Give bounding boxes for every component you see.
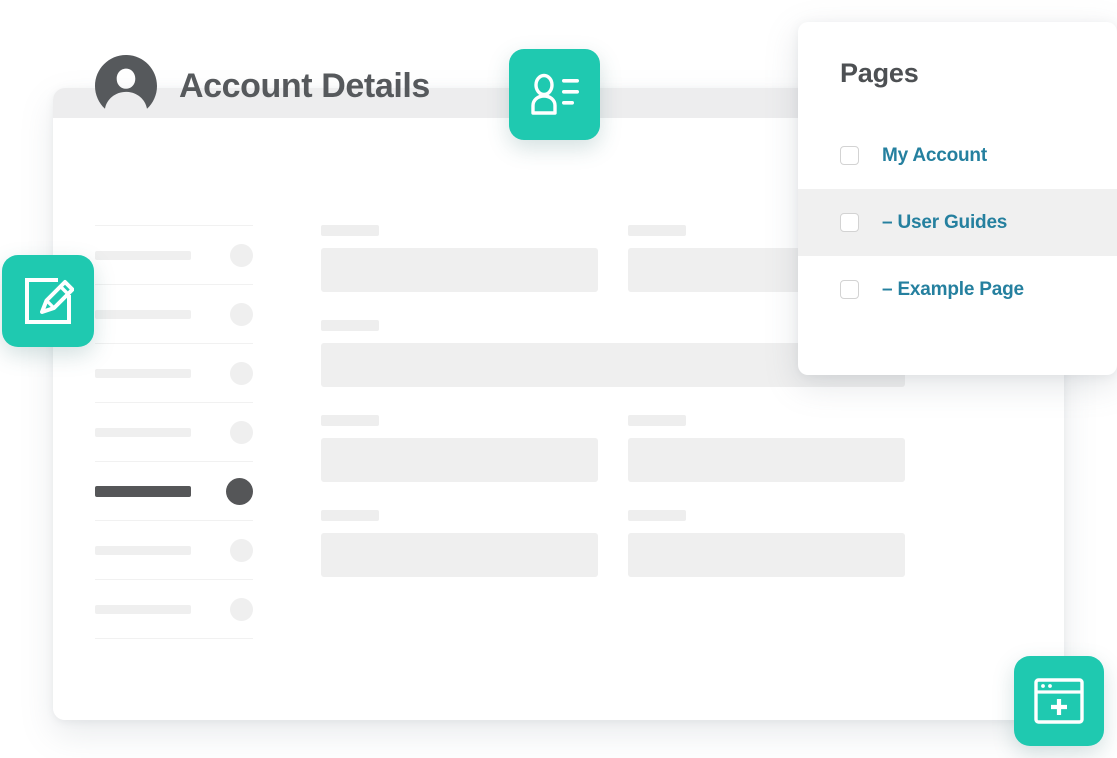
skeleton-dot xyxy=(226,477,253,505)
skeleton-dot xyxy=(230,243,253,267)
user-avatar-icon xyxy=(95,55,157,117)
pages-panel: Pages My Account – User Guides – Example… xyxy=(798,22,1117,375)
list-item[interactable] xyxy=(95,344,253,403)
skeleton-bar xyxy=(95,427,191,437)
field-label-placeholder xyxy=(321,415,379,426)
skeleton-bar xyxy=(95,250,191,260)
form-field[interactable] xyxy=(321,225,598,292)
field-input-placeholder[interactable] xyxy=(628,438,905,482)
field-label-placeholder xyxy=(628,415,686,426)
page-list-item-my-account[interactable]: My Account xyxy=(798,122,1117,189)
page-item-label: – Example Page xyxy=(882,278,1024,300)
settings-nav-skeleton xyxy=(95,225,253,639)
page-list-item-example-page[interactable]: – Example Page xyxy=(798,256,1117,323)
form-field[interactable] xyxy=(628,415,905,482)
field-label-placeholder xyxy=(321,510,379,521)
field-input-placeholder[interactable] xyxy=(321,533,598,577)
field-input-placeholder[interactable] xyxy=(321,438,598,482)
page-item-label: – User Guides xyxy=(882,211,1008,233)
skeleton-dot xyxy=(230,420,253,444)
list-item[interactable] xyxy=(95,403,253,462)
page-checkbox[interactable] xyxy=(840,213,859,232)
list-item[interactable] xyxy=(95,225,253,285)
new-page-icon xyxy=(1034,678,1084,724)
field-label-placeholder xyxy=(321,320,379,331)
contact-card-icon-tile[interactable] xyxy=(509,49,600,140)
skeleton-bar xyxy=(95,485,191,497)
skeleton-bar xyxy=(95,309,191,319)
list-item[interactable] xyxy=(95,580,253,639)
field-input-placeholder[interactable] xyxy=(321,248,598,292)
field-label-placeholder xyxy=(628,510,686,521)
pages-list: My Account – User Guides – Example Page xyxy=(798,122,1117,323)
skeleton-dot xyxy=(230,597,253,621)
page-checkbox[interactable] xyxy=(840,280,859,299)
form-row xyxy=(321,510,961,577)
edit-pencil-icon xyxy=(25,278,74,324)
form-row xyxy=(321,415,961,482)
skeleton-dot xyxy=(230,361,253,385)
list-item-selected[interactable] xyxy=(95,462,253,521)
field-input-placeholder[interactable] xyxy=(628,533,905,577)
edit-pencil-icon-tile[interactable] xyxy=(2,255,94,347)
page-title: Account Details xyxy=(179,66,430,105)
skeleton-bar xyxy=(95,368,191,378)
page-item-label: My Account xyxy=(882,144,987,166)
contact-card-icon xyxy=(530,73,579,115)
new-page-icon-tile[interactable] xyxy=(1014,656,1104,746)
field-label-placeholder xyxy=(628,225,686,236)
form-field[interactable] xyxy=(628,510,905,577)
form-field[interactable] xyxy=(321,415,598,482)
list-item[interactable] xyxy=(95,521,253,580)
skeleton-bar xyxy=(95,604,191,614)
pages-panel-title: Pages xyxy=(840,58,919,88)
page-checkbox[interactable] xyxy=(840,146,859,165)
form-field[interactable] xyxy=(321,510,598,577)
skeleton-dot xyxy=(230,302,253,326)
screen-root: Account Details Pages My Account – User … xyxy=(0,0,1117,758)
skeleton-dot xyxy=(230,538,253,562)
list-item[interactable] xyxy=(95,285,253,344)
page-list-item-user-guides[interactable]: – User Guides xyxy=(798,189,1117,256)
skeleton-bar xyxy=(95,545,191,555)
page-header: Account Details xyxy=(95,55,430,117)
field-label-placeholder xyxy=(321,225,379,236)
